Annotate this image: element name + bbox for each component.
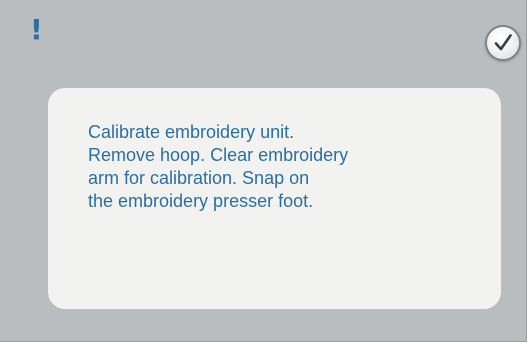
message-line: arm for calibration. Snap on	[88, 168, 310, 188]
confirm-button[interactable]	[485, 25, 521, 61]
message-panel: Calibrate embroidery unit. Remove hoop. …	[48, 88, 501, 309]
checkmark-icon	[494, 34, 512, 51]
alert-icon: !	[30, 13, 43, 46]
message-text: Calibrate embroidery unit. Remove hoop. …	[88, 121, 468, 213]
calibration-dialog: ! Calibrate embroidery unit. Remove hoop…	[0, 0, 527, 342]
message-line: the embroidery presser foot.	[88, 191, 314, 211]
message-line: Remove hoop. Clear embroidery	[88, 145, 349, 165]
message-line: Calibrate embroidery unit.	[88, 122, 295, 142]
